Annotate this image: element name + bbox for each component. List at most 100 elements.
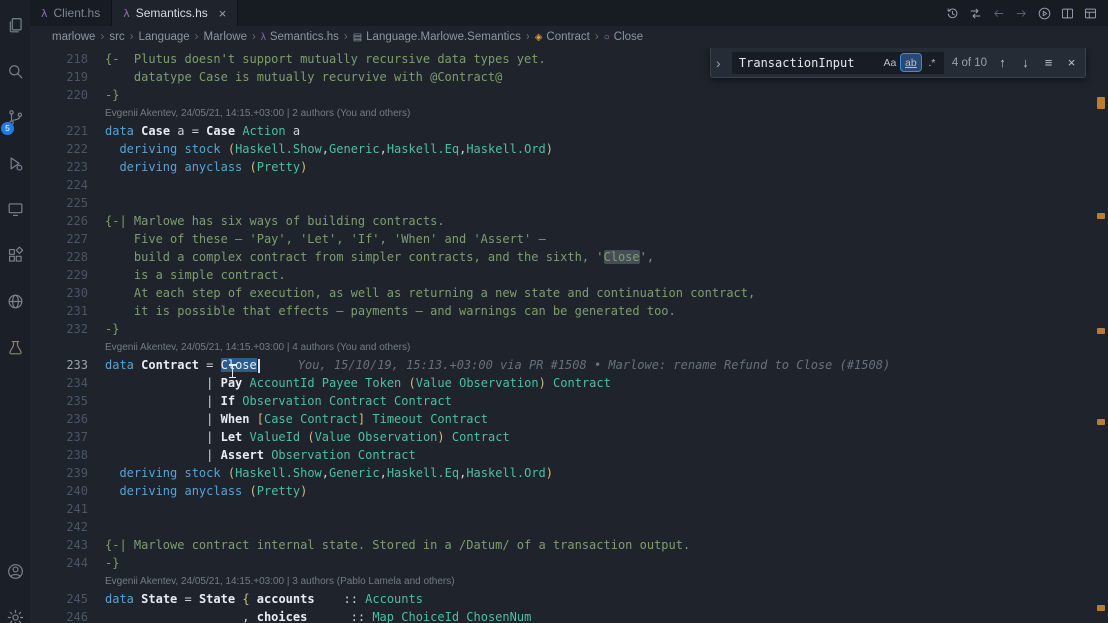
breadcrumb-separator: › (100, 31, 105, 43)
haskell-file-icon: λ (41, 6, 48, 20)
line-number: 238 (66, 448, 88, 462)
code-text: {- Plutus doesn't support mutually recur… (105, 52, 546, 66)
code-line: 234 | Pay AccountId Payee Token (Value O… (30, 374, 1094, 392)
code-text: | If Observation Contract Contract (105, 394, 452, 408)
code-text: -} (105, 556, 120, 570)
layout-icon[interactable] (1080, 3, 1100, 23)
code-text: {-| Marlowe contract internal state. Sto… (105, 538, 691, 552)
line-number: 234 (66, 376, 88, 390)
match-case-button[interactable]: Aa (880, 54, 900, 71)
tab-label: Client.hs (53, 6, 101, 20)
code-line: 224 (30, 176, 1094, 194)
open-changes-icon[interactable] (965, 3, 985, 23)
code-line: 246 , choices :: Map ChoiceId ChosenNum (30, 608, 1094, 623)
breadcrumb-separator: › (251, 31, 256, 43)
toggle-replace-icon[interactable]: › (716, 55, 724, 71)
activity-bar-source-control[interactable]: 5 (0, 94, 30, 140)
find-in-selection-button[interactable]: ≡ (1041, 53, 1056, 73)
go-back-icon (993, 9, 1003, 17)
line-number: 243 (66, 538, 88, 552)
code-text: deriving anyclass (Pretty) (119, 160, 308, 174)
code-line: 232 -} (30, 320, 1094, 338)
code-text: At each step of execution, as well as re… (105, 286, 756, 300)
inline-blame-annotation: You, 15/10/19, 15:13.+03:00 via PR #1508… (297, 358, 891, 372)
code-text: data Contract = Close You, 15/10/19, 15:1… (105, 358, 891, 373)
extensions-icon (8, 246, 23, 262)
breadcrumb-item-language-marlowe-semantics[interactable]: ▤ Language.Marlowe.Semantics (353, 31, 521, 43)
word-highlight: Close (603, 250, 640, 264)
breadcrumb-item-marlowe[interactable]: marlowe (52, 31, 95, 43)
breadcrumb-item-contract[interactable]: ◈ Contract (535, 31, 590, 43)
code-line: 243 {-| Marlowe contract internal state. … (30, 536, 1094, 554)
line-number: 223 (66, 160, 88, 174)
code-line: 239 deriving stock (Haskell.Show,Generic… (30, 464, 1094, 482)
activity-bar-extensions[interactable] (0, 232, 30, 278)
gitlens-authors-lens: Evgenii Akentev, 24/05/21, 14:15.+03:00 … (105, 108, 411, 119)
code-line: 226 {-| Marlowe has six ways of building … (30, 212, 1094, 230)
search-match-marker (1097, 419, 1105, 425)
activity-bar-testing[interactable] (0, 324, 30, 370)
line-number: 225 (66, 196, 88, 210)
activity-bar-search[interactable] (0, 48, 30, 94)
breadcrumb-separator: › (343, 31, 348, 43)
next-match-button[interactable]: ↓ (1018, 53, 1033, 73)
regex-button[interactable]: .* (922, 54, 942, 71)
line-number (30, 338, 88, 356)
tab-client-hs[interactable]: λ Client.hs (30, 0, 113, 26)
text-cursor (257, 358, 260, 373)
previous-match-button[interactable]: ↑ (995, 53, 1010, 73)
split-editor-icon[interactable] (1057, 3, 1077, 23)
breadcrumb-label: Contract (546, 31, 590, 43)
code-line: 220 -} (30, 86, 1094, 104)
breadcrumb-item-semantics-hs[interactable]: λ Semantics.hs (261, 31, 339, 43)
layout-icon (1084, 8, 1096, 18)
run-icon[interactable] (1034, 3, 1054, 23)
line-number: 226 (66, 214, 88, 228)
activity-bar-explorer[interactable] (0, 2, 30, 48)
code-text: deriving stock (Haskell.Show,Generic,Has… (119, 142, 554, 156)
breadcrumb-item-src[interactable]: src (109, 31, 124, 43)
split-editor-icon (1061, 8, 1073, 18)
search-match-marker (1097, 97, 1105, 109)
code-line: 236 | When [Case Contract] Timeout Contr… (30, 410, 1094, 428)
go-forward-icon[interactable] (1011, 3, 1031, 23)
activity-bar-run-debug[interactable] (0, 140, 30, 186)
close-find-button[interactable]: × (1064, 53, 1079, 73)
activity-bar-remote-explorer[interactable] (0, 186, 30, 232)
activity-bar-settings[interactable] (0, 594, 30, 623)
line-number: 220 (66, 88, 88, 102)
line-number: 228 (66, 250, 88, 264)
tab-semantics-hs[interactable]: λ Semantics.hs × (112, 0, 239, 26)
breadcrumb-item-language[interactable]: Language (139, 31, 190, 43)
line-number: 237 (66, 430, 88, 444)
overview-ruler[interactable] (1094, 48, 1108, 623)
code-line: 230 At each step of execution, as well a… (30, 284, 1094, 302)
breadcrumb-item-marlowe[interactable]: Marlowe (204, 31, 247, 43)
globe-icon (8, 294, 22, 308)
breadcrumb-separator: › (129, 31, 134, 43)
whole-word-button[interactable]: ab (899, 53, 922, 72)
line-number: 219 (66, 70, 88, 84)
code-line: 238 | Assert Observation Contract (30, 446, 1094, 464)
activity-bar-live-share[interactable] (0, 278, 30, 324)
go-back-icon[interactable] (988, 3, 1008, 23)
breadcrumb-item-close[interactable]: ○ Close (604, 31, 643, 43)
history-icon[interactable] (942, 3, 962, 23)
line-number: 230 (66, 286, 88, 300)
code-line: 222 deriving stock (Haskell.Show,Generic… (30, 140, 1094, 158)
code-text: is a simple contract. (105, 268, 286, 282)
code-text: , choices :: Map ChoiceId ChosenNum (105, 610, 532, 623)
code-text: | When [Case Contract] Timeout Contract (105, 412, 488, 426)
beaker-icon (8, 340, 22, 354)
find-input[interactable]: TransactionInput Aa ab .* (731, 51, 944, 74)
code-line: 223 deriving anyclass (Pretty) (30, 158, 1094, 176)
selected-text: Close (220, 358, 257, 372)
breadcrumb-separator: › (594, 31, 599, 43)
editor-group: λ Client.hs λ Semantics.hs × marlowe › src › Lan… (30, 0, 1108, 623)
code-editor[interactable]: 218 {- Plutus doesn't support mutually re… (30, 48, 1108, 623)
line-number: 240 (66, 484, 88, 498)
gitlens-authors-lens: Evgenii Akentev, 24/05/21, 14:15.+03:00 … (105, 576, 455, 587)
activity-bar-accounts[interactable] (0, 548, 30, 594)
code-text: | Let ValueId (Value Observation) Contra… (105, 430, 510, 444)
close-tab-icon[interactable]: × (219, 6, 227, 21)
